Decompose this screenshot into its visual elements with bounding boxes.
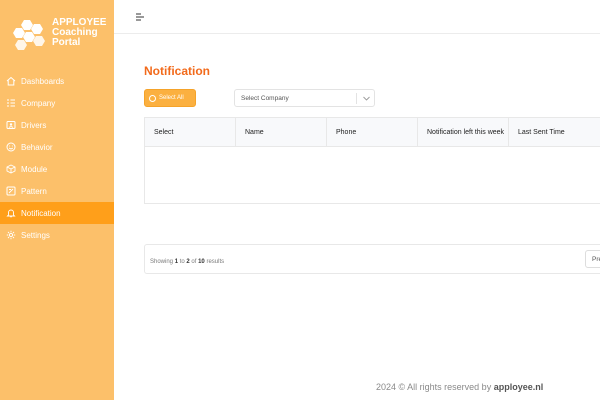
- pagination-to: 2: [186, 259, 190, 265]
- chevron-down-icon[interactable]: [362, 94, 371, 103]
- pagination-bar: Showing 1 to 2 of 10 results Pre: [144, 244, 600, 274]
- gear-icon: [6, 230, 16, 240]
- logo-icon: [13, 20, 45, 50]
- pagination-suffix: results: [206, 259, 225, 265]
- sidebar-item-label: Notification: [21, 208, 61, 218]
- pagination-from: 1: [174, 259, 179, 265]
- sidebar-item-label: Company: [21, 98, 56, 108]
- sidebar-item-dashboards[interactable]: Dashboards: [0, 70, 114, 92]
- footer: 2024 © All rights reserved by apployee.n…: [376, 382, 543, 392]
- previous-page-button[interactable]: Pre: [585, 250, 600, 268]
- select-divider: [356, 93, 357, 104]
- column-header-last-sent-time[interactable]: Last Sent Time: [509, 118, 600, 147]
- select-all-label: Select All: [159, 95, 184, 101]
- brand[interactable]: APPLOYEE Coaching Portal: [8, 16, 112, 56]
- id-card-icon: [6, 120, 16, 130]
- brand-name: APPLOYEE Coaching Portal: [52, 18, 106, 48]
- sidebar-item-notification[interactable]: Notification: [0, 202, 114, 224]
- table-header: Select Name Phone Notification left this…: [145, 118, 600, 147]
- select-all-button[interactable]: Select All: [144, 89, 196, 107]
- company-select[interactable]: Select Company: [234, 89, 375, 107]
- column-header-select[interactable]: Select: [145, 118, 236, 147]
- footer-text: 2024 © All rights reserved by: [376, 382, 492, 392]
- notification-table: Select Name Phone Notification left this…: [144, 117, 600, 204]
- sidebar-item-behavior[interactable]: Behavior: [0, 136, 114, 158]
- bell-icon: [6, 208, 16, 218]
- sidebar-item-label: Dashboards: [21, 76, 65, 86]
- menu-toggle-icon[interactable]: [134, 11, 146, 23]
- brand-line-3: Portal: [52, 37, 81, 48]
- sidebar-item-module[interactable]: Module: [0, 158, 114, 180]
- sidebar-item-company[interactable]: Company: [0, 92, 114, 114]
- pagination-of-word: of: [191, 259, 197, 265]
- sidebar: APPLOYEE Coaching Portal Dashboards Comp…: [0, 0, 114, 400]
- sidebar-item-settings[interactable]: Settings: [0, 224, 114, 246]
- column-header-name[interactable]: Name: [236, 118, 327, 147]
- pagination-total: 10: [198, 259, 205, 265]
- column-header-phone[interactable]: Phone: [327, 118, 418, 147]
- pattern-icon: [6, 186, 16, 196]
- page-title: Notification: [144, 64, 210, 78]
- cube-icon: [6, 164, 16, 174]
- pagination-prefix: Showing: [150, 259, 174, 265]
- sidebar-item-pattern[interactable]: Pattern: [0, 180, 114, 202]
- sidebar-item-label: Pattern: [21, 186, 47, 196]
- sidebar-item-label: Behavior: [21, 142, 53, 152]
- company-list-icon: [6, 98, 16, 108]
- top-header: [114, 0, 600, 34]
- pagination-to-word: to: [179, 259, 185, 265]
- sidebar-item-drivers[interactable]: Drivers: [0, 114, 114, 136]
- sidebar-item-label: Settings: [21, 230, 50, 240]
- smile-icon: [6, 142, 16, 152]
- home-icon: [6, 76, 16, 86]
- circle-check-icon: [149, 94, 156, 102]
- footer-brand-link[interactable]: apployee.nl: [494, 382, 544, 392]
- pagination-info: Showing 1 to 2 of 10 results: [150, 259, 224, 265]
- app-root: APPLOYEE Coaching Portal Dashboards Comp…: [0, 0, 600, 400]
- company-select-placeholder: Select Company: [241, 94, 289, 102]
- sidebar-nav: Dashboards Company Drivers Behavior Modu…: [0, 70, 114, 246]
- sidebar-item-label: Drivers: [21, 120, 47, 130]
- sidebar-item-label: Module: [21, 164, 48, 174]
- column-header-notification-left[interactable]: Notification left this week: [418, 118, 509, 147]
